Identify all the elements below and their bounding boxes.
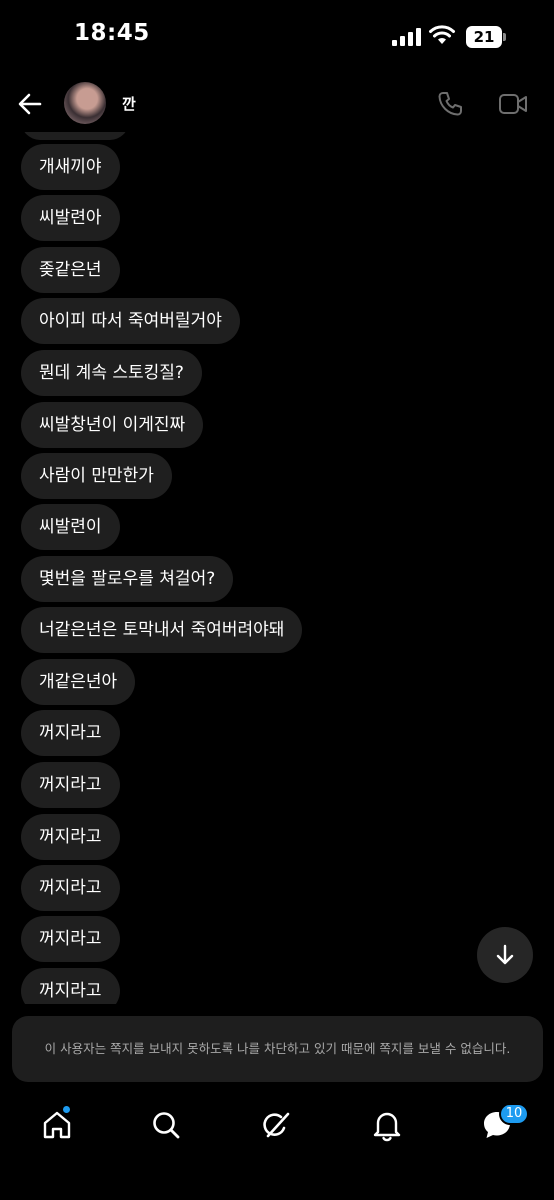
message-bubble[interactable]: 꺼지라고 [21,710,120,756]
battery-icon: 21 [466,26,506,48]
video-camera-icon[interactable] [498,92,528,116]
message-bubble[interactable]: 꺼지라고 [21,814,120,860]
message-bubble[interactable]: 너같은년은 토막내서 죽여버려야돼 [21,607,303,653]
messages-badge: 10 [499,1103,529,1125]
message-bubble[interactable]: 꺼지라고 [21,916,120,962]
message-bubble[interactable]: 몇번을 팔로우를 쳐걸어? [21,556,234,602]
message-bubble[interactable]: 좆같은년 [21,247,120,293]
scroll-to-bottom-button[interactable] [477,927,533,983]
message-bubble[interactable]: 꺼지라고 [21,865,120,911]
message-bubble-partial [21,132,129,140]
message-list[interactable]: 개새끼야 씨발련아 좆같은년 아이피 따서 죽여버릴거야 뭔데 계속 스토킹질?… [0,132,554,1004]
status-time: 18:45 [74,20,150,46]
bottom-nav [0,1100,554,1150]
message-bubble[interactable]: 씨발련아 [21,195,120,241]
message-bubble[interactable]: 개새끼야 [21,144,120,190]
arrow-down-icon [496,944,514,965]
battery-level: 21 [466,26,502,48]
search-icon[interactable] [149,1108,183,1142]
grok-icon[interactable] [260,1108,294,1142]
status-bar: 18:45 21 [0,0,554,76]
bell-icon[interactable] [370,1108,404,1142]
phone-icon[interactable] [436,90,464,118]
home-notification-dot [62,1105,71,1114]
conversation-header: 깐 [0,76,554,132]
blocked-notice: 이 사용자는 쪽지를 보내지 못하도록 나를 차단하고 있기 때문에 쪽지를 보… [12,1016,543,1082]
wifi-icon [429,25,455,44]
arrow-left-icon[interactable] [14,88,46,120]
cellular-signal-icon [392,28,421,46]
message-bubble[interactable]: 꺼지라고 [21,762,120,808]
message-bubble[interactable]: 꺼지라고 [21,968,120,1004]
message-bubble[interactable]: 씨발창년이 이게진짜 [21,402,204,448]
message-bubble[interactable]: 아이피 따서 죽여버릴거야 [21,298,240,344]
message-bubble[interactable]: 사람이 만만한가 [21,453,172,499]
message-bubble[interactable]: 씨발련이 [21,504,120,550]
message-bubble[interactable]: 뭔데 계속 스토킹질? [21,350,202,396]
conversation-username[interactable]: 깐 [122,93,136,114]
message-bubble[interactable]: 개같은년아 [21,659,136,705]
avatar[interactable] [64,82,106,124]
